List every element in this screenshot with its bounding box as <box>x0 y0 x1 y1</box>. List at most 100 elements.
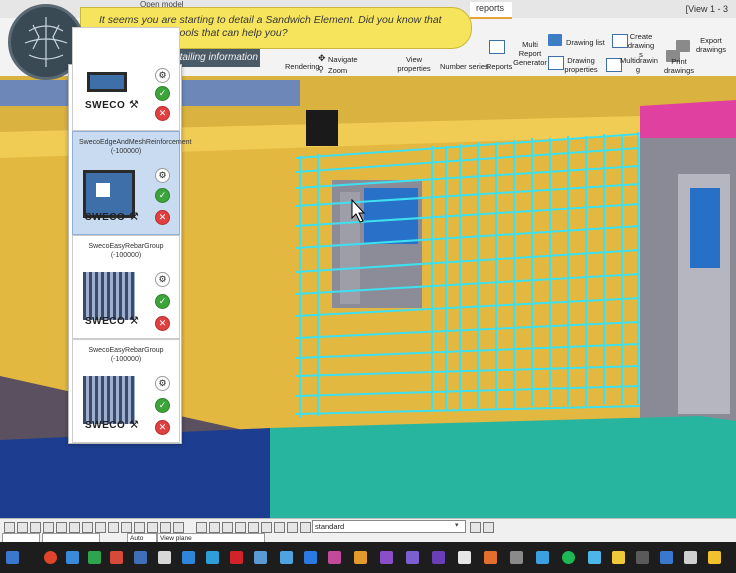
app-icon[interactable] <box>432 551 445 564</box>
component-card[interactable]: SwecoEasyRebarGroup (-100000) SWECO ⚒ ⚙ … <box>72 235 180 339</box>
window-sky <box>364 188 418 244</box>
snap-icon[interactable] <box>147 522 158 533</box>
gear-icon[interactable]: ⚙ <box>155 272 170 287</box>
app-icon[interactable] <box>66 551 79 564</box>
snap-icon[interactable] <box>69 522 80 533</box>
multi-report-generator-button[interactable]: Multi Report Generator <box>512 40 548 67</box>
app-icon[interactable] <box>406 551 419 564</box>
component-card[interactable]: SWECO ⚒ ⚙ ✓ ✕ <box>72 27 180 131</box>
app-icon[interactable] <box>458 551 471 564</box>
view-indicator: [View 1 - 3 <box>685 4 728 14</box>
app-icon[interactable] <box>88 551 101 564</box>
gear-icon[interactable]: ⚙ <box>155 168 170 183</box>
component-thumbnail <box>83 272 135 320</box>
snap-icon[interactable] <box>173 522 184 533</box>
zoom-icon: ⚲ <box>318 65 324 74</box>
gear-icon[interactable]: ⚙ <box>155 68 170 83</box>
app-icon[interactable] <box>660 551 673 564</box>
chevron-down-icon[interactable]: ▾ <box>455 521 459 529</box>
app-icon[interactable] <box>484 551 497 564</box>
snap-icon[interactable] <box>300 522 311 533</box>
app-icon[interactable] <box>280 551 293 564</box>
drawing-properties-button[interactable]: Drawing properties <box>564 56 598 74</box>
app-icon[interactable] <box>110 551 123 564</box>
export-drawings-button[interactable]: Export drawings <box>694 36 728 54</box>
app-icon[interactable] <box>44 551 57 564</box>
app-icon[interactable] <box>304 551 317 564</box>
check-icon[interactable]: ✓ <box>155 188 170 203</box>
sweco-logo: SWECO <box>85 100 126 111</box>
application-window: Open model reports [View 1 - 3 lane Rend… <box>0 0 736 573</box>
zoom-button[interactable]: Zoom <box>328 66 347 75</box>
snap-icon[interactable] <box>56 522 67 533</box>
close-icon[interactable]: ✕ <box>155 420 170 435</box>
component-card[interactable]: SwecoEasyRebarGroup (-100000) SWECO ⚒ ⚙ … <box>72 339 180 443</box>
standard-select[interactable]: standard <box>312 520 466 533</box>
app-icon[interactable] <box>562 551 575 564</box>
rendering-button[interactable]: Rendering <box>285 62 320 71</box>
snap-icon[interactable] <box>274 522 285 533</box>
snap-icon[interactable] <box>17 522 28 533</box>
reports-button[interactable]: Reports <box>486 62 512 71</box>
snap-icon[interactable] <box>160 522 171 533</box>
snap-icon[interactable] <box>43 522 54 533</box>
create-drawings-button[interactable]: Create drawing s <box>626 32 656 59</box>
app-icon[interactable] <box>708 551 721 564</box>
drawing-list-button[interactable]: Drawing list <box>566 38 605 47</box>
snap-icon[interactable] <box>82 522 93 533</box>
print-drawings-button[interactable]: Print drawings <box>662 57 696 75</box>
multidrawing-button[interactable]: Multidrawin g <box>620 56 658 74</box>
snap-icon[interactable] <box>235 522 246 533</box>
app-icon[interactable] <box>206 551 219 564</box>
tab-reports[interactable]: reports <box>470 2 513 19</box>
component-type-icon: ⚒ <box>129 419 139 431</box>
app-icon[interactable] <box>612 551 625 564</box>
snap-icon[interactable] <box>134 522 145 533</box>
component-type-icon: ⚒ <box>129 211 139 223</box>
app-icon[interactable] <box>230 551 243 564</box>
close-icon[interactable]: ✕ <box>155 106 170 121</box>
app-icon[interactable] <box>254 551 267 564</box>
snap-icon[interactable] <box>108 522 119 533</box>
snap-icon[interactable] <box>95 522 106 533</box>
app-icon[interactable] <box>158 551 171 564</box>
component-thumbnail <box>83 170 135 218</box>
snap-icon[interactable] <box>4 522 15 533</box>
snap-icon[interactable] <box>483 522 494 533</box>
app-icon[interactable] <box>182 551 195 564</box>
reports-icon <box>489 40 505 54</box>
app-icon[interactable] <box>636 551 649 564</box>
app-icon[interactable] <box>380 551 393 564</box>
view-properties-button[interactable]: View properties <box>396 55 432 73</box>
windows-start-icon[interactable] <box>6 551 19 564</box>
close-icon[interactable]: ✕ <box>155 316 170 331</box>
snap-icon[interactable] <box>209 522 220 533</box>
check-icon[interactable]: ✓ <box>155 86 170 101</box>
app-icon[interactable] <box>588 551 601 564</box>
app-icon[interactable] <box>134 551 147 564</box>
navigate-button[interactable]: Navigate <box>328 55 358 64</box>
check-icon[interactable]: ✓ <box>155 294 170 309</box>
snap-icon[interactable] <box>287 522 298 533</box>
snap-icon[interactable] <box>470 522 481 533</box>
snap-icon[interactable] <box>196 522 207 533</box>
number-series-button[interactable]: Number series <box>440 62 489 71</box>
component-title: SwecoEasyRebarGroup (-100000) <box>88 243 164 259</box>
app-icon[interactable] <box>328 551 341 564</box>
snap-toolbar: standard ▾ Auto View plane <box>0 518 736 544</box>
snap-icon[interactable] <box>30 522 41 533</box>
snap-icon[interactable] <box>261 522 272 533</box>
app-icon[interactable] <box>510 551 523 564</box>
app-icon[interactable] <box>354 551 367 564</box>
app-icon[interactable] <box>536 551 549 564</box>
snap-icon[interactable] <box>248 522 259 533</box>
component-card[interactable]: SwecoEdgeAndMeshReinforcement (-100000) … <box>72 131 191 235</box>
teal-slab <box>270 416 736 518</box>
close-icon[interactable]: ✕ <box>155 210 170 225</box>
lifting-anchor <box>306 110 338 146</box>
snap-icon[interactable] <box>121 522 132 533</box>
app-icon[interactable] <box>684 551 697 564</box>
snap-icon[interactable] <box>222 522 233 533</box>
check-icon[interactable]: ✓ <box>155 398 170 413</box>
gear-icon[interactable]: ⚙ <box>155 376 170 391</box>
